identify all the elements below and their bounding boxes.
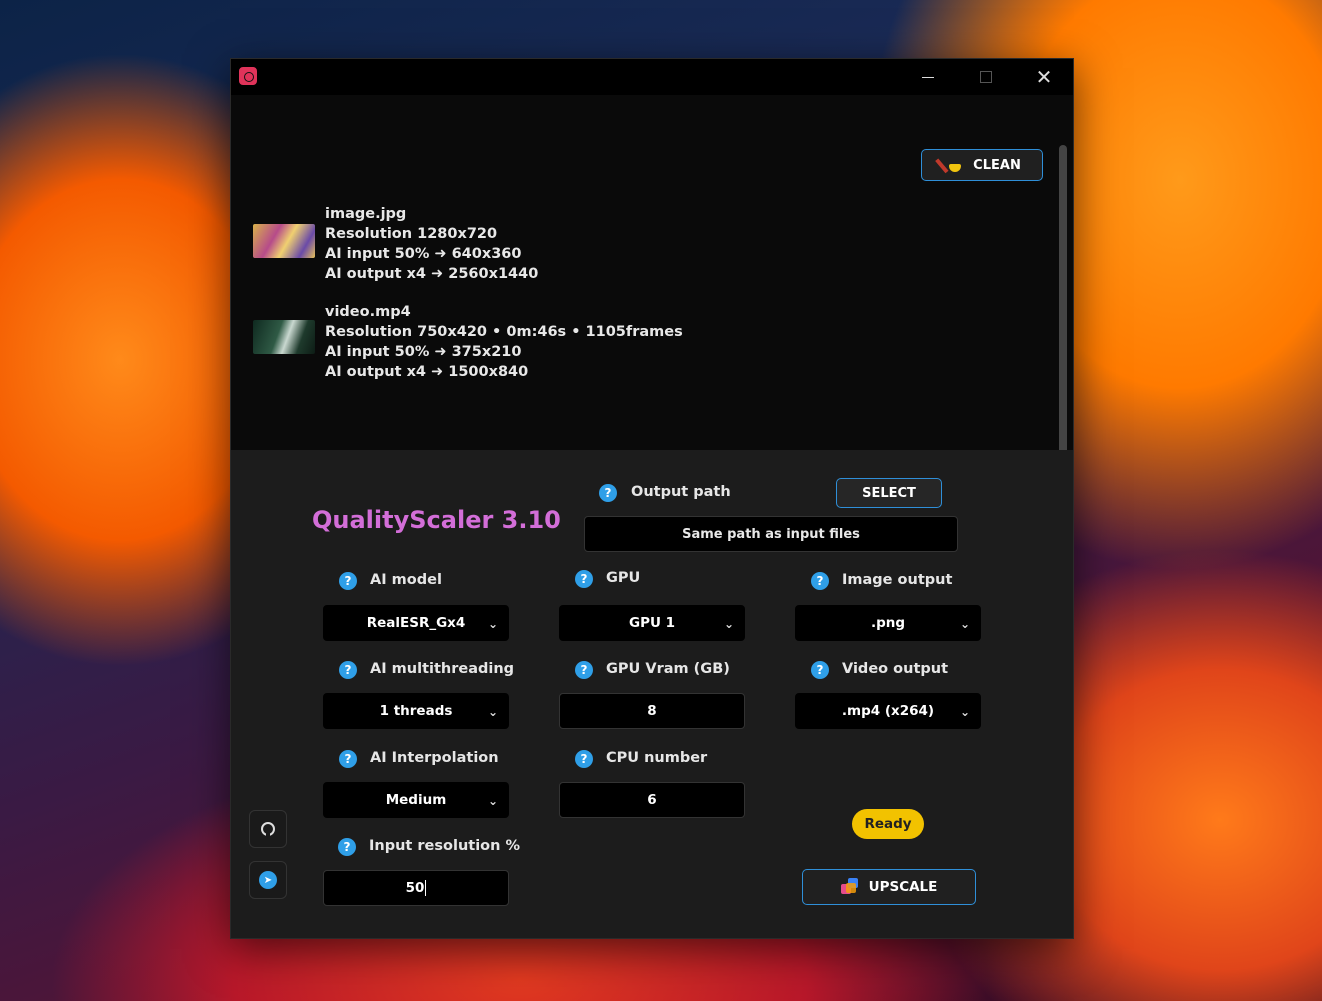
help-icon[interactable]: ? xyxy=(575,570,593,588)
ai-interpolation-label: AI Interpolation xyxy=(370,750,499,766)
gpu-dropdown[interactable]: GPU 1 ⌄ xyxy=(559,605,745,641)
github-button[interactable] xyxy=(249,810,287,848)
video-output-dropdown[interactable]: .mp4 (x264) ⌄ xyxy=(795,693,981,729)
input-resolution-value: 50 xyxy=(405,880,425,896)
file-resolution: Resolution 1280x720 xyxy=(325,226,498,242)
chevron-down-icon: ⌄ xyxy=(959,705,970,719)
chevron-down-icon: ⌄ xyxy=(487,705,498,719)
ai-multithreading-dropdown[interactable]: 1 threads ⌄ xyxy=(323,693,509,729)
minimize-icon xyxy=(922,76,934,78)
text-caret xyxy=(425,880,427,896)
ai-multithreading-label: AI multithreading xyxy=(370,661,515,677)
help-icon[interactable]: ? xyxy=(339,661,357,679)
image-output-value: .png xyxy=(870,615,906,631)
video-output-label: Video output xyxy=(842,661,949,677)
ai-model-value: RealESR_Gx4 xyxy=(366,615,466,631)
help-icon[interactable]: ? xyxy=(339,750,357,768)
upscale-button[interactable]: UPSCALE xyxy=(802,869,976,905)
help-icon[interactable]: ? xyxy=(599,484,617,502)
clean-button[interactable]: CLEAN xyxy=(921,149,1043,181)
chevron-down-icon: ⌄ xyxy=(723,617,734,631)
close-button[interactable]: ✕ xyxy=(1015,59,1073,95)
telegram-icon: ➤ xyxy=(259,871,277,889)
input-resolution-label: Input resolution % xyxy=(369,838,521,854)
app-window: ✕ CLEAN image.jpg Resolution 1280x720 AI… xyxy=(230,58,1074,939)
title-bar[interactable]: ✕ xyxy=(231,59,1073,95)
file-ai-output: AI output x4 ➜ 1500x840 xyxy=(325,364,529,380)
video-thumbnail xyxy=(253,320,315,354)
gpu-value: GPU 1 xyxy=(628,615,676,631)
ai-model-dropdown[interactable]: RealESR_Gx4 ⌄ xyxy=(323,605,509,641)
ai-interpolation-value: Medium xyxy=(385,792,447,808)
minimize-button[interactable] xyxy=(899,59,957,95)
help-icon[interactable]: ? xyxy=(575,661,593,679)
output-path-label: Output path xyxy=(631,484,731,500)
file-ai-input: AI input 50% ➜ 375x210 xyxy=(325,344,522,360)
ai-interpolation-dropdown[interactable]: Medium ⌄ xyxy=(323,782,509,818)
cpu-number-input[interactable]: 6 xyxy=(559,782,745,818)
gpu-vram-label: GPU Vram (GB) xyxy=(606,661,730,677)
file-name: video.mp4 xyxy=(325,304,411,320)
help-icon[interactable]: ? xyxy=(575,750,593,768)
file-list: CLEAN image.jpg Resolution 1280x720 AI i… xyxy=(231,95,1073,473)
select-output-button[interactable]: SELECT xyxy=(836,478,942,508)
status-badge: Ready xyxy=(852,809,924,839)
gpu-label: GPU xyxy=(606,570,641,586)
ai-multithreading-value: 1 threads xyxy=(379,703,453,719)
upscale-label: UPSCALE xyxy=(868,879,938,895)
settings-panel: QualityScaler 3.10 ? Output path SELECT … xyxy=(231,450,1073,938)
scrollbar[interactable] xyxy=(1059,145,1067,473)
image-output-label: Image output xyxy=(842,572,953,588)
chevron-down-icon: ⌄ xyxy=(959,617,970,631)
upscale-icon xyxy=(840,878,859,896)
cpu-number-label: CPU number xyxy=(606,750,708,766)
file-ai-output: AI output x4 ➜ 2560x1440 xyxy=(325,266,539,282)
maximize-button[interactable] xyxy=(957,59,1015,95)
page-title: QualityScaler 3.10 xyxy=(312,506,561,534)
help-icon[interactable]: ? xyxy=(811,572,829,590)
image-thumbnail xyxy=(253,224,315,258)
video-output-value: .mp4 (x264) xyxy=(841,703,935,719)
input-resolution-input[interactable]: 50 xyxy=(323,870,509,906)
image-output-dropdown[interactable]: .png ⌄ xyxy=(795,605,981,641)
maximize-icon xyxy=(980,71,992,83)
output-path-field[interactable]: Same path as input files xyxy=(584,516,958,552)
github-icon xyxy=(261,822,275,836)
help-icon[interactable]: ? xyxy=(811,661,829,679)
telegram-button[interactable]: ➤ xyxy=(249,861,287,899)
file-ai-input: AI input 50% ➜ 640x360 xyxy=(325,246,522,262)
gpu-vram-input[interactable]: 8 xyxy=(559,693,745,729)
ai-model-label: AI model xyxy=(370,572,442,588)
broom-icon xyxy=(943,156,963,174)
file-resolution: Resolution 750x420 • 0m:46s • 1105frames xyxy=(325,324,683,340)
chevron-down-icon: ⌄ xyxy=(487,794,498,808)
app-logo-icon xyxy=(239,67,257,85)
help-icon[interactable]: ? xyxy=(338,838,356,856)
chevron-down-icon: ⌄ xyxy=(487,617,498,631)
clean-label: CLEAN xyxy=(973,157,1021,173)
help-icon[interactable]: ? xyxy=(339,572,357,590)
file-name: image.jpg xyxy=(325,206,407,222)
